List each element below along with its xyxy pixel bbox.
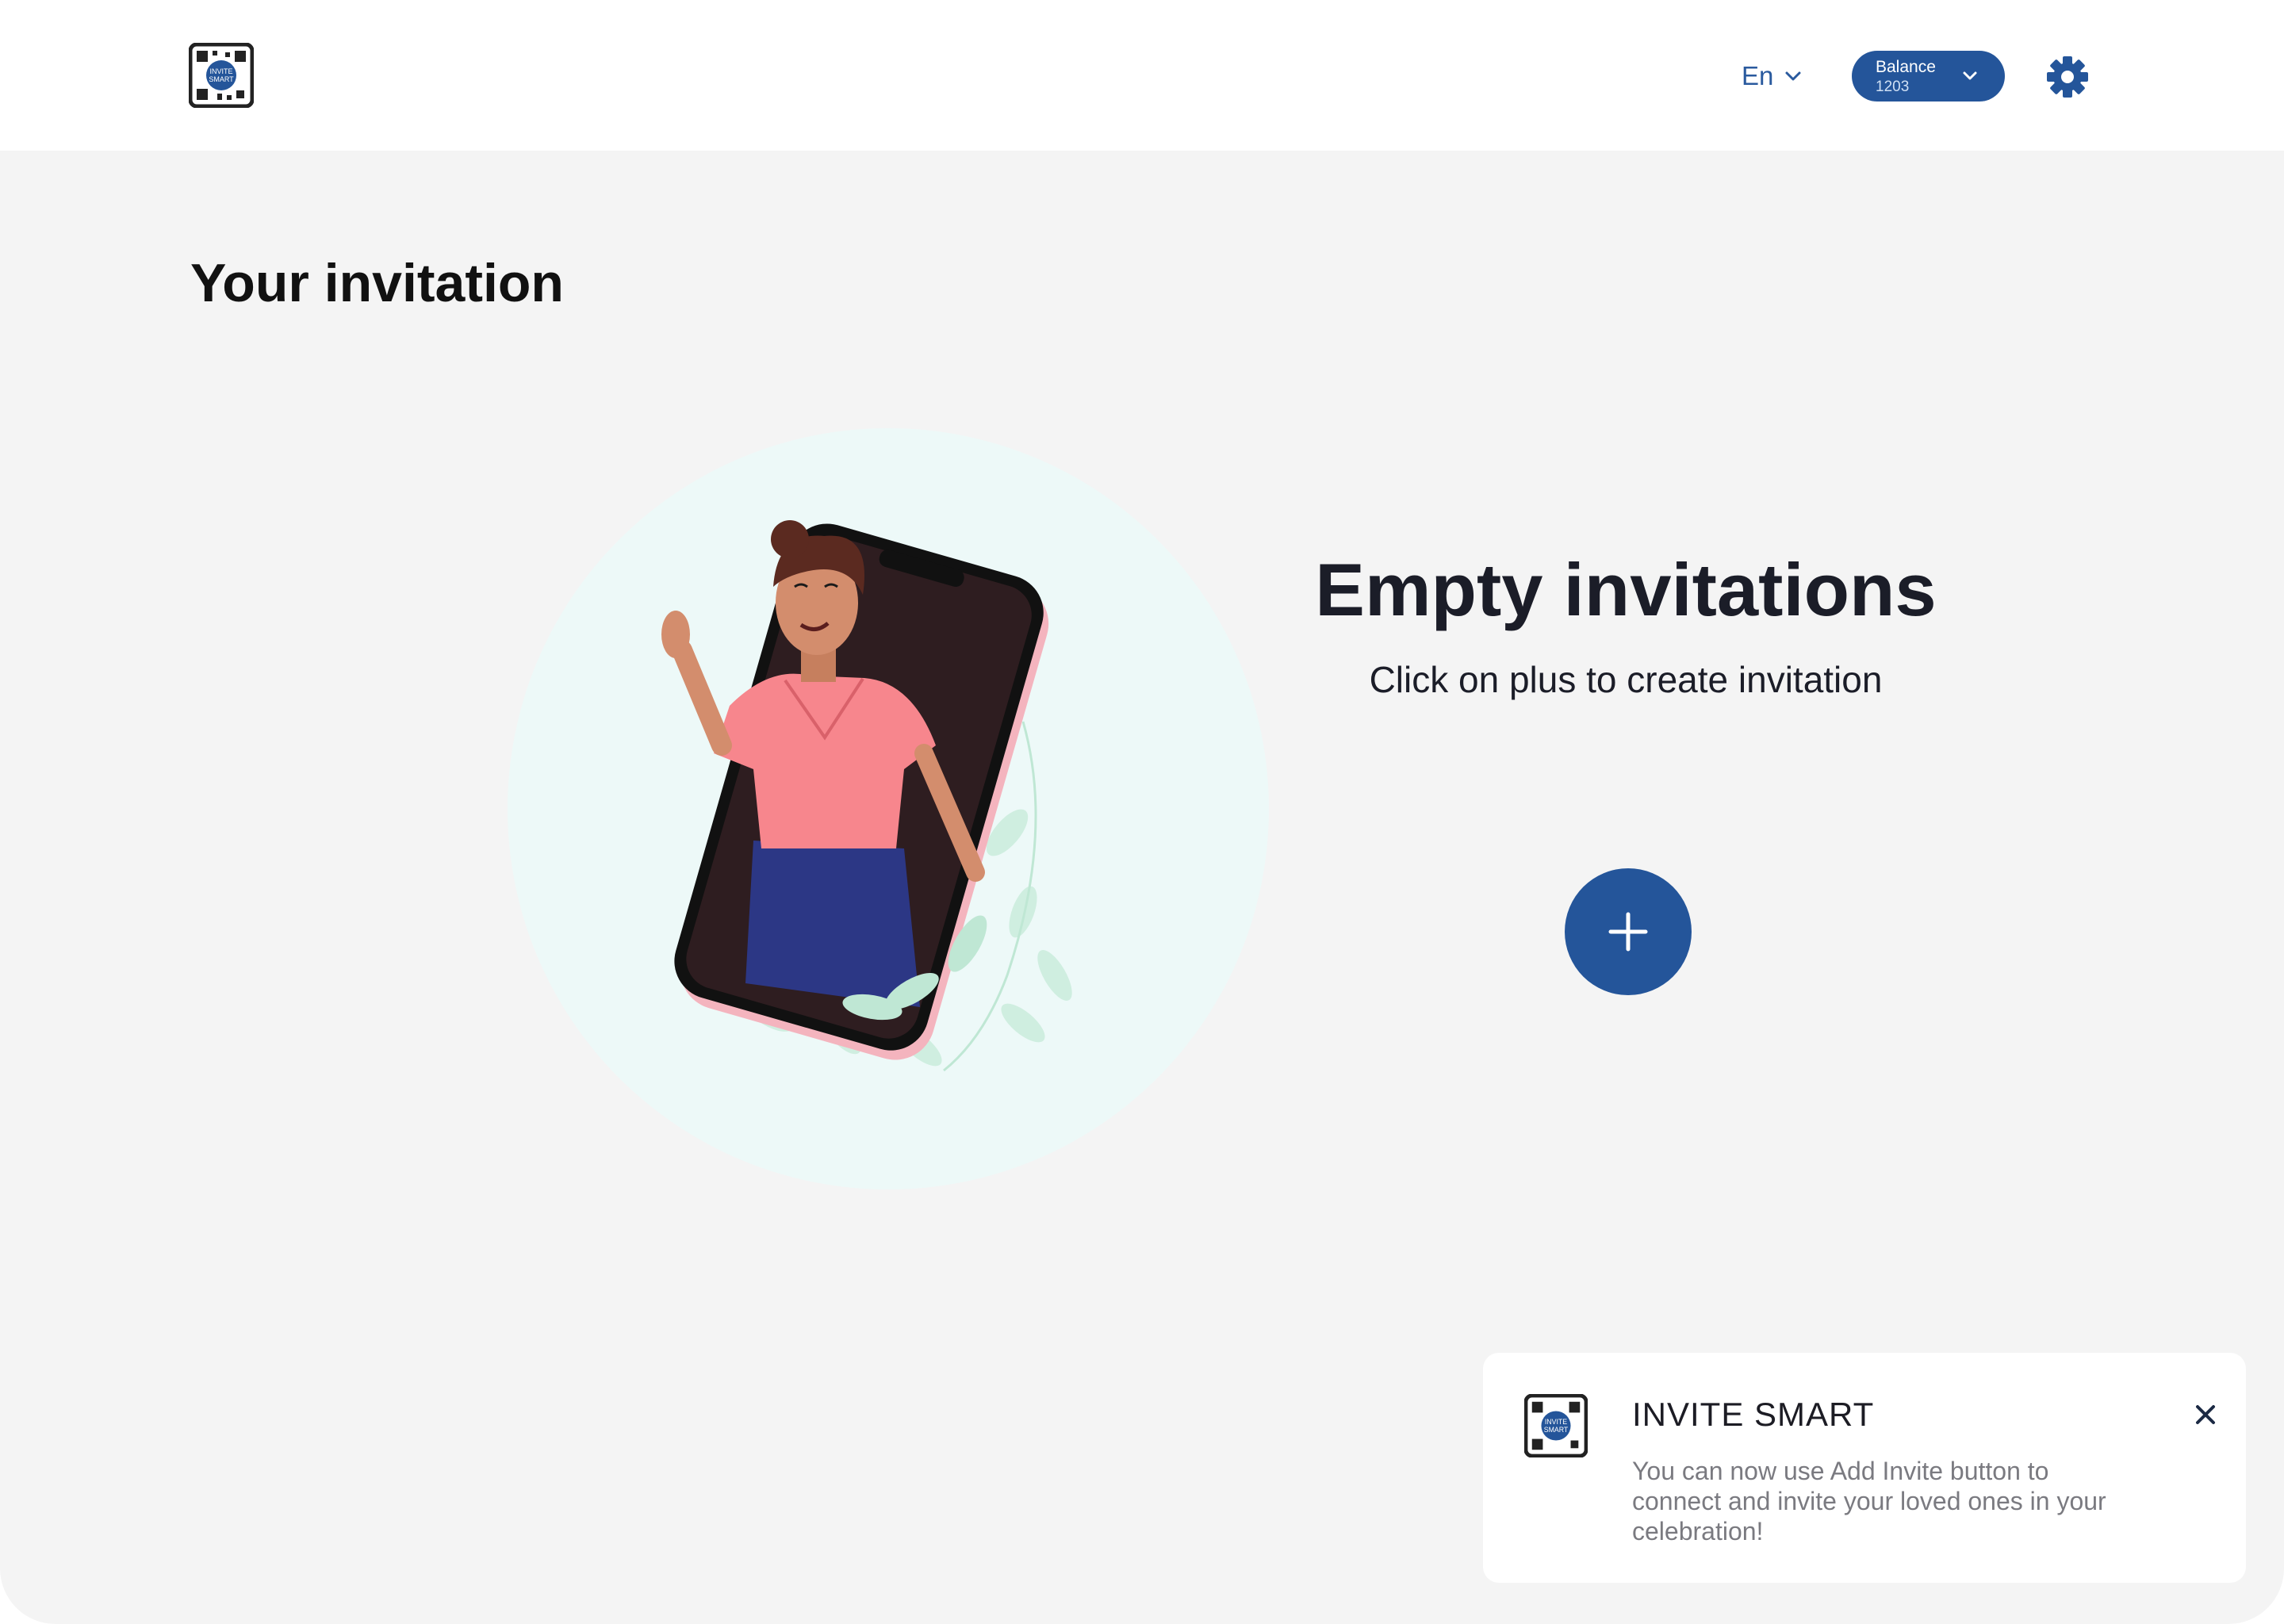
page-title: Your invitation [190, 253, 564, 313]
gear-icon[interactable] [2046, 56, 2089, 98]
plus-icon [1608, 912, 1648, 952]
balance-dropdown[interactable]: Balance 1203 [1852, 51, 2005, 102]
top-bar: INVITE SMART En Balance 1203 [0, 0, 2284, 151]
empty-state-title: Empty invitations [1315, 548, 1937, 631]
notification-toast: INVITE SMART INVITE SMART You can now us… [1483, 1353, 2246, 1583]
language-label: En [1742, 61, 1774, 90]
chevron-down-icon [1785, 71, 1801, 81]
toast-message: You can now use Add Invite button to con… [1632, 1457, 2106, 1545]
balance-value: 1203 [1876, 79, 1910, 95]
logo-text-line2: SMART [1544, 1426, 1569, 1434]
invite-smart-logo: INVITE SMART [1524, 1394, 1588, 1457]
chevron-down-icon [1963, 71, 1977, 80]
language-selector[interactable]: En [1742, 56, 1802, 97]
add-invitation-button[interactable] [1565, 868, 1692, 995]
logo-text-line2: SMART [209, 75, 234, 83]
logo-text-line1: INVITE [209, 67, 232, 75]
woman-phone-illustration [661, 520, 1072, 1072]
empty-state-subtitle: Click on plus to create invitation [1369, 659, 1883, 700]
invite-smart-logo[interactable]: INVITE SMART [189, 43, 254, 108]
app-window: INVITE SMART En Balance 1203 Your invita… [0, 0, 2284, 1624]
balance-label: Balance [1876, 58, 1936, 76]
close-icon[interactable] [2186, 1396, 2225, 1434]
toast-title: INVITE SMART [1632, 1396, 1875, 1433]
logo-text-line1: INVITE [1545, 1418, 1567, 1426]
